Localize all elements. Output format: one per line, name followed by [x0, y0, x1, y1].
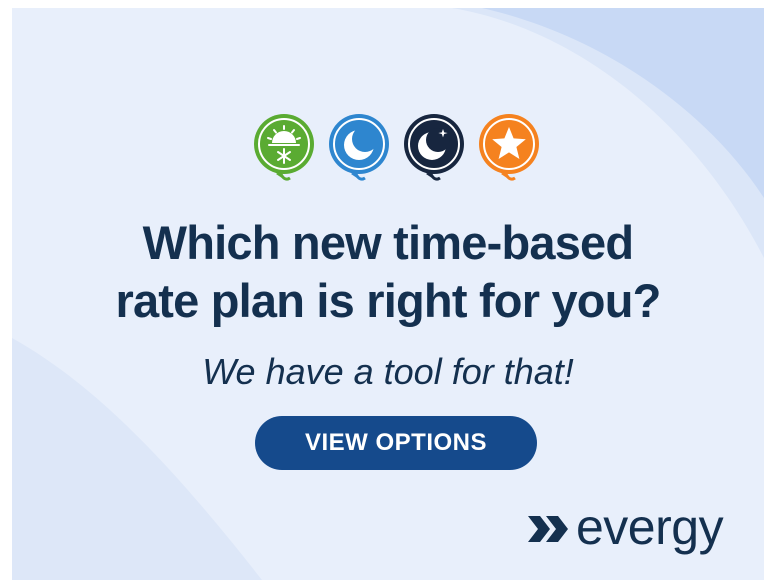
headline-line-1: Which new time-based	[142, 216, 634, 269]
crescent-moon-icon	[327, 112, 391, 188]
brand-name: evergy	[576, 499, 724, 555]
plan-icons	[12, 112, 764, 188]
star-icon	[477, 112, 541, 188]
moon-star-icon	[402, 112, 466, 188]
sun-snowflake-icon	[252, 112, 316, 188]
subheadline: We have a tool for that!	[202, 351, 574, 392]
view-options-button[interactable]: VIEW OPTIONS	[255, 416, 537, 470]
headline: Which new time-based rate plan is right …	[12, 214, 764, 330]
chevron-arrows-icon	[526, 512, 572, 546]
headline-line-2: rate plan is right for you?	[115, 274, 661, 327]
evergy-logo[interactable]: evergy	[526, 498, 756, 558]
ad-banner[interactable]: Which new time-based rate plan is right …	[12, 8, 764, 580]
